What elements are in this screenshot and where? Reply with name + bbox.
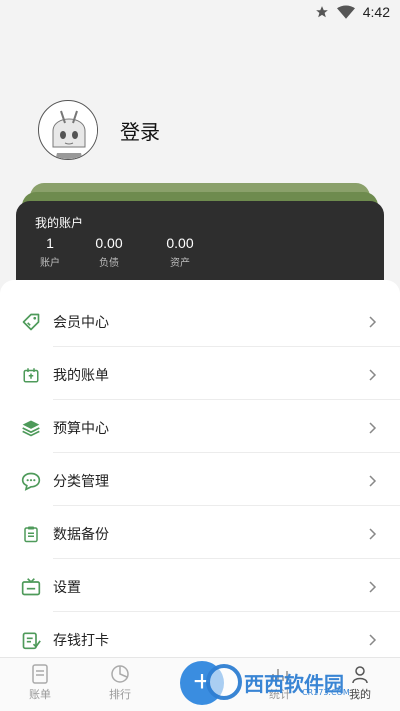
note-check-icon: [20, 629, 42, 651]
user-icon: [352, 666, 368, 684]
chevron-right-icon: [369, 633, 377, 646]
nav-tab-bills[interactable]: 账单: [10, 664, 70, 702]
avatar[interactable]: [38, 100, 98, 160]
menu-item-label: 分类管理: [53, 473, 109, 490]
menu-item-categories[interactable]: 分类管理: [0, 454, 400, 507]
profile-header[interactable]: 登录: [38, 100, 160, 160]
menu-item-label: 我的账单: [53, 367, 109, 384]
stat-assets: 0.00 资产: [160, 235, 200, 269]
layers-icon: [20, 417, 42, 439]
stat-accounts: 1 账户: [35, 235, 65, 269]
tv-icon: [20, 576, 42, 598]
menu-item-label: 设置: [53, 579, 81, 596]
chat-icon: [20, 470, 42, 492]
chevron-right-icon: [369, 527, 377, 540]
chevron-right-icon: [369, 421, 377, 434]
stat-value: 0.00: [95, 235, 123, 251]
stat-debt: 0.00 负债: [89, 235, 129, 269]
login-link[interactable]: 登录: [120, 116, 160, 145]
menu-item-settings[interactable]: 设置: [0, 560, 400, 613]
menu-item-budget[interactable]: 预算中心: [0, 401, 400, 454]
menu-panel: 会员中心 我的账单 预算中心 分类管理 数据备份 设置 存钱打卡: [0, 280, 400, 660]
menu-item-membership[interactable]: 会员中心: [0, 295, 400, 348]
stat-label: 账户: [40, 258, 60, 269]
menu-item-savings-checkin[interactable]: 存钱打卡: [0, 613, 400, 660]
status-time: 4:42: [362, 4, 390, 20]
stat-value: 1: [46, 235, 54, 251]
nav-tab-ranking[interactable]: 排行: [90, 664, 150, 702]
ledger-icon: [32, 664, 48, 684]
stat-label: 负债: [99, 258, 119, 269]
menu-item-label: 数据备份: [53, 526, 109, 543]
chevron-right-icon: [369, 315, 377, 328]
account-card-title: 我的账户: [35, 216, 84, 230]
star-icon: [315, 6, 328, 18]
menu-item-label: 预算中心: [53, 420, 109, 437]
tag-icon: [20, 311, 42, 333]
pie-icon: [111, 665, 129, 683]
watermark-subtext: CR173.COM: [302, 688, 350, 697]
chevron-right-icon: [369, 474, 377, 487]
menu-item-label: 存钱打卡: [53, 632, 109, 649]
chevron-right-icon: [369, 580, 377, 593]
menu-item-label: 会员中心: [53, 314, 109, 331]
watermark-logo: [206, 664, 242, 700]
bill-icon: [20, 364, 42, 386]
stat-value: 0.00: [166, 235, 194, 251]
wifi-icon: [336, 5, 355, 19]
nav-label: 排行: [109, 688, 131, 701]
stat-label: 资产: [170, 258, 190, 269]
site-watermark: 西西软件园 CR173.COM: [206, 664, 350, 700]
chevron-right-icon: [369, 368, 377, 381]
menu-item-my-bills[interactable]: 我的账单: [0, 348, 400, 401]
status-bar: 4:42: [0, 0, 400, 26]
nav-label: 账单: [29, 688, 51, 701]
clipboard-icon: [20, 523, 42, 545]
menu-item-backup[interactable]: 数据备份: [0, 507, 400, 560]
